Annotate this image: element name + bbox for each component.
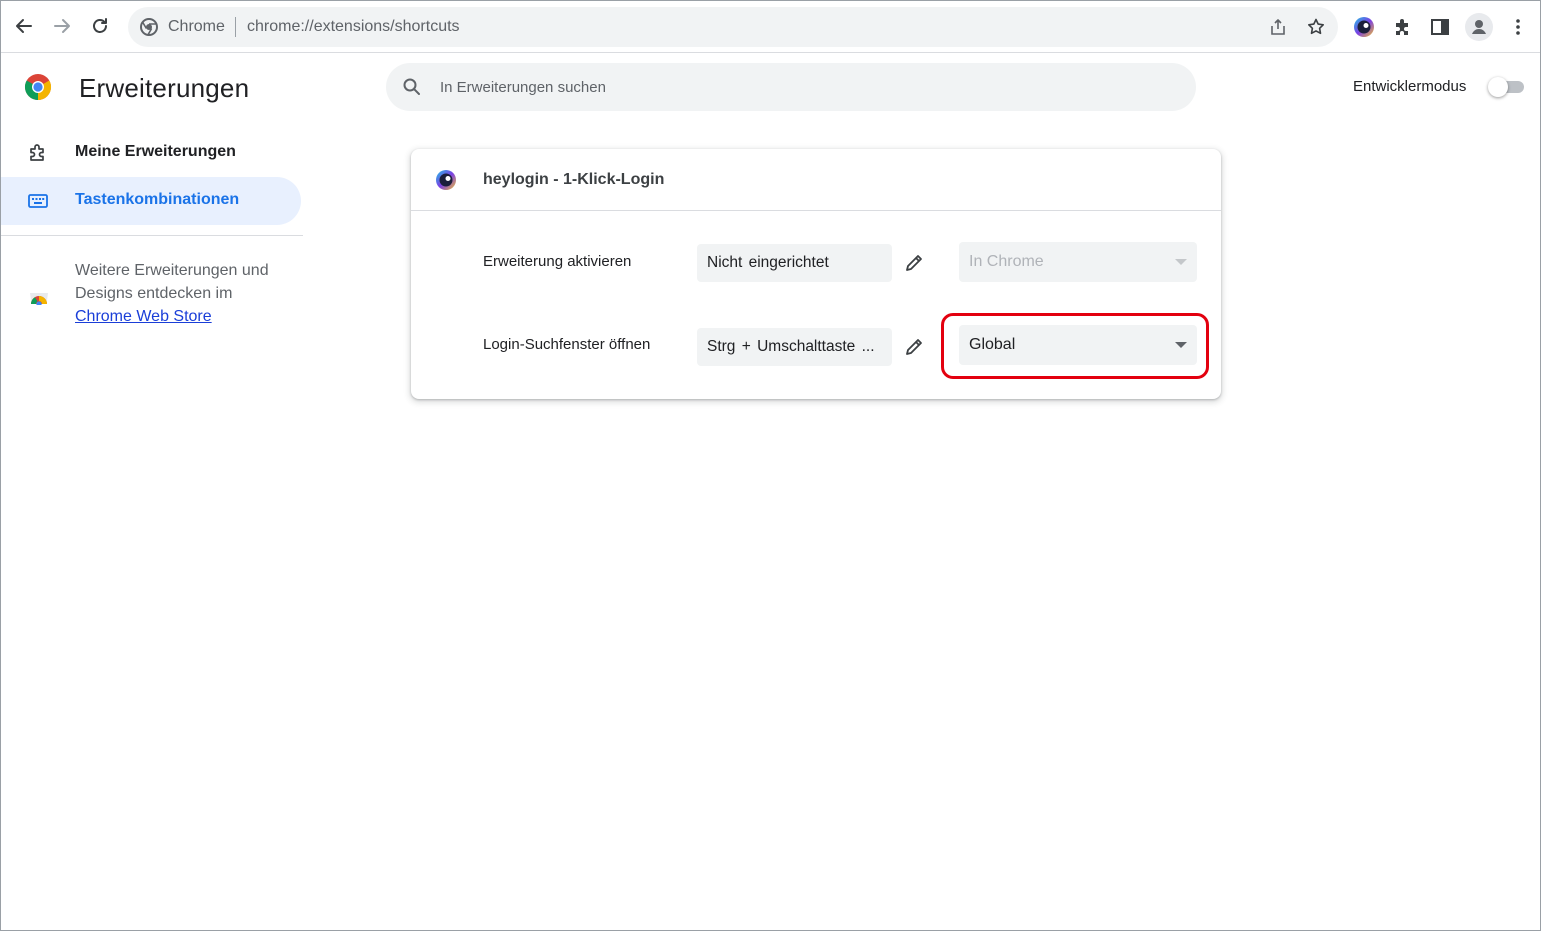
shortcut-value: Strg + Umschalttaste ... — [707, 338, 875, 355]
search-input[interactable] — [440, 75, 1140, 99]
url-text[interactable]: chrome://extensions/shortcuts — [247, 18, 460, 36]
site-label: Chrome — [168, 18, 225, 35]
reload-button[interactable] — [83, 9, 117, 43]
devmode-label: Entwicklermodus — [1353, 78, 1467, 95]
shortcut-value: Nicht eingerichtet — [707, 254, 829, 271]
extensions-search[interactable] — [386, 63, 1196, 111]
search-icon — [403, 78, 420, 95]
scope-select[interactable]: In Chrome — [959, 242, 1197, 282]
reload-icon — [93, 18, 107, 33]
web-store-icon — [30, 293, 48, 305]
more-menu-icon[interactable] — [1507, 16, 1529, 38]
devmode-toggle[interactable] — [1488, 77, 1526, 97]
puzzle-icon — [30, 144, 44, 161]
webstore-promo: Weitere Erweiterungen und Designs entdec… — [75, 259, 295, 328]
browser-toolbar: Chrome chrome://extensions/shortcuts — [1, 1, 1540, 53]
sidebar-divider — [1, 235, 303, 236]
page-title: Erweiterungen — [79, 73, 250, 103]
extensions-puzzle-icon[interactable] — [1391, 16, 1413, 38]
toggle-knob — [1488, 77, 1508, 97]
extension-name: heylogin - 1-Klick-Login — [483, 171, 665, 188]
command-label: Login-Suchfenster öffnen — [483, 336, 651, 353]
chrome-logo-icon — [24, 74, 52, 101]
sidebar-item-label: Tastenkombinationen — [75, 191, 240, 208]
highlight-annotation — [941, 313, 1209, 379]
card-header: heylogin - 1-Klick-Login — [411, 149, 1221, 211]
chrome-site-icon — [140, 18, 158, 36]
keyboard-icon — [28, 194, 48, 208]
shortcut-field[interactable]: Nicht eingerichtet — [697, 244, 892, 282]
sidebar-item-label: Meine Erweiterungen — [75, 143, 236, 160]
url-host: chrome:// — [247, 18, 314, 35]
sidebar-item-my-extensions[interactable]: Meine Erweiterungen — [1, 129, 301, 177]
share-icon[interactable] — [1268, 17, 1288, 37]
arrow-right-icon — [54, 19, 70, 33]
chevron-down-icon — [1175, 259, 1187, 265]
command-label: Erweiterung aktivieren — [483, 253, 632, 270]
address-bar[interactable]: Chrome chrome://extensions/shortcuts — [128, 7, 1338, 47]
url-path: extensions/shortcuts — [313, 18, 460, 35]
pencil-edit-icon[interactable] — [903, 252, 925, 274]
shortcut-field[interactable]: Strg + Umschalttaste ... — [697, 328, 892, 366]
heylogin-extension-icon[interactable] — [1353, 16, 1375, 38]
sidebar-item-shortcuts[interactable]: Tastenkombinationen — [1, 177, 301, 225]
side-panel-icon[interactable] — [1429, 16, 1451, 38]
omnibox-separator — [235, 17, 236, 37]
scope-value: In Chrome — [969, 253, 1044, 270]
pencil-edit-icon[interactable] — [903, 336, 925, 358]
back-button[interactable] — [7, 9, 41, 43]
profile-avatar-icon[interactable] — [1465, 13, 1493, 41]
forward-button[interactable] — [45, 9, 79, 43]
arrow-left-icon — [16, 19, 32, 33]
webstore-link[interactable]: Chrome Web Store — [75, 308, 212, 325]
webstore-text: Weitere Erweiterungen und Designs entdec… — [75, 262, 269, 302]
heylogin-icon — [436, 170, 456, 190]
bookmark-star-icon[interactable] — [1306, 17, 1326, 37]
